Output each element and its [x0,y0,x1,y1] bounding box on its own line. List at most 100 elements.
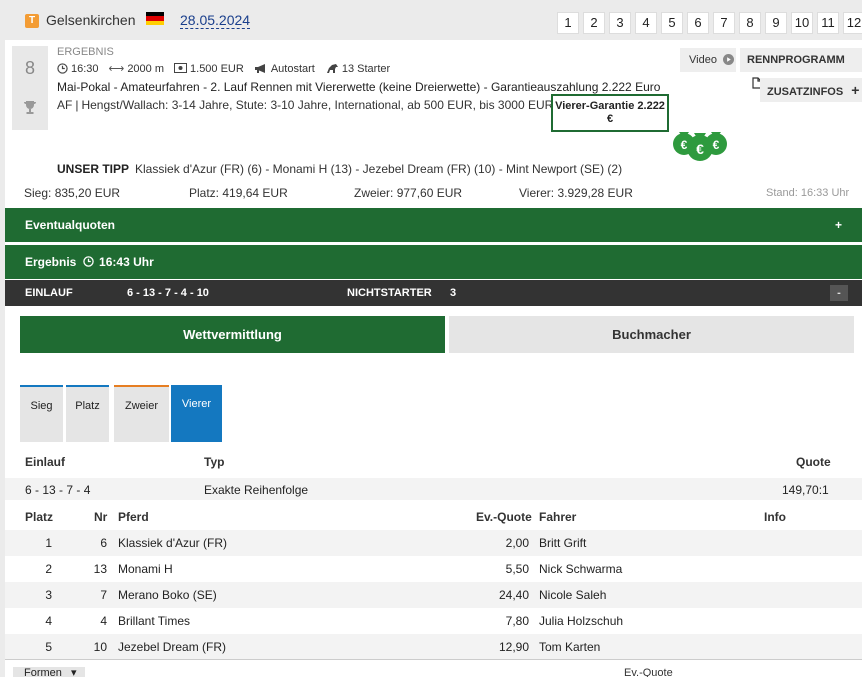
race-date[interactable]: 28.05.2024 [180,12,251,29]
race-nav-item[interactable]: 10 [791,12,813,34]
tab-wettvermittlung[interactable]: Wettvermittlung [20,316,445,353]
cell-evquote: 12,90 [498,640,529,654]
race-nav-item[interactable]: 4 [635,12,657,34]
race-nav-item[interactable]: 1 [557,12,579,34]
eventualquoten-header[interactable]: Eventualquoten + [5,208,862,242]
distance-icon: ⟷ [108,63,125,75]
play-icon [723,54,734,65]
cell-evquote: 7,80 [505,614,529,628]
race-nav-item[interactable]: 11 [817,12,839,34]
race-prize: 1.500 EUR [174,62,244,75]
divider [5,659,862,660]
cell-fahrer: Julia Holzschuh [539,614,624,628]
race-number: 8 [24,58,35,78]
race-number-box: 8 [12,46,48,130]
nichtstarter-label: NICHTSTARTER [347,287,432,299]
expand-icon: + [834,218,842,232]
cell-evquote: 2,00 [505,536,529,550]
cell-fahrer: Nicole Saleh [539,588,607,602]
platz-total: Platz: 419,64 EUR [189,186,288,200]
col-nr: Nr [94,510,108,524]
col-typ: Typ [204,455,225,469]
result-row: 6 - 13 - 7 - 4 Exakte Reihenfolge 149,70… [5,478,862,500]
video-button[interactable]: Video [680,48,736,72]
tipp-text: Klassiek d'Azur (FR) (6) - Monami H (13)… [135,162,623,176]
bet-tab-platz[interactable]: Platz [66,385,109,442]
rennprogramm-button[interactable]: RENNPROGRAMM [740,48,862,89]
pool-timestamp: Stand: 16:33 Uhr [766,187,850,199]
svg-text:€: € [681,138,688,152]
track-type-icon: T [25,14,39,28]
clock-icon [82,256,94,267]
nichtstarter-value: 3 [450,287,457,299]
trophy-icon [24,101,36,114]
table-row[interactable]: 4 4 Brillant Times 7,80 Julia Holzschuh [5,608,862,634]
zusatzinfos-button[interactable]: ZUSATZINFOS + [760,78,862,102]
race-nav-item[interactable]: 8 [739,12,761,34]
megaphone-icon [254,63,265,73]
bet-tab-zweier[interactable]: Zweier [114,385,169,442]
col-fahrer: Fahrer [539,510,577,524]
race-nav-item[interactable]: 12 [843,12,862,34]
unser-tipp: UNSER TIPP Klassiek d'Azur (FR) (6) - Mon… [57,162,622,176]
horse-icon [326,63,338,73]
col-einlauf: Einlauf [25,455,66,469]
zweier-total: Zweier: 977,60 EUR [354,186,463,200]
table-row[interactable]: 1 6 Klassiek d'Azur (FR) 2,00 Britt Grift [5,530,862,556]
cell-fahrer: Nick Schwarma [539,562,623,576]
cell-fahrer: Britt Grift [539,536,587,550]
chevron-down-icon: ▾ [70,667,77,677]
race-nav-item[interactable]: 5 [661,12,683,34]
ergebnis-header: Ergebnis 16:43 Uhr [5,245,862,279]
evquote-label: Ev.-Quote [624,667,673,677]
col-info: Info [764,510,786,524]
race-meta: 16:30 ⟷ 2000 m 1.500 EUR Autostart 13 Sta… [57,62,390,75]
vierer-total: Vierer: 3.929,28 EUR [519,186,633,200]
pool-totals: Sieg: 835,20 EUR Platz: 419,64 EUR Zweie… [5,186,862,204]
table-row[interactable]: 5 10 Jezebel Dream (FR) 12,90 Tom Karten [5,634,862,660]
bet-tab-sieg[interactable]: Sieg [20,385,63,442]
top-bar: T Gelsenkirchen 28.05.2024 1 2 3 4 5 6 7 8 9 10 11… [0,0,862,40]
result-quote: 149,70:1 [782,483,829,497]
clock-icon [57,62,68,74]
race-conditions: AF | Hengst/Wallach: 3-14 Jahre, Stute: 3-… [57,98,554,112]
race-card: 8 ERGEBNIS 16:30 ⟷ 2000 m 1.500 EUR Autos… [5,40,862,677]
cell-evquote: 24,40 [498,588,529,602]
col-quote: Quote [796,455,831,469]
race-start-type: Autostart [254,63,315,75]
result-einlauf: 6 - 13 - 7 - 4 [25,483,91,497]
vierer-guarantee-badge: Vierer-Garantie 2.222 € [551,94,669,132]
status-label: ERGEBNIS [57,46,114,58]
sieg-total: Sieg: 835,20 EUR [24,186,121,200]
col-platz: Platz [25,510,54,524]
race-nav-item[interactable]: 6 [687,12,709,34]
table-row[interactable]: 2 13 Monami H 5,50 Nick Schwarma [5,556,862,582]
race-time: 16:30 [57,63,99,75]
plus-icon: + [851,82,860,98]
germany-flag-icon [146,12,164,25]
table-row[interactable]: 3 7 Merano Boko (SE) 24,40 Nicole Saleh [5,582,862,608]
formen-dropdown[interactable]: Formen ▾ [13,667,85,677]
money-bags-icon: € € € [673,132,727,161]
svg-text:€: € [696,141,704,157]
cell-evquote: 5,50 [505,562,529,576]
collapse-button[interactable]: - [830,285,848,301]
einlauf-label: EINLAUF [25,287,73,299]
race-distance: ⟷ 2000 m [108,63,165,75]
einlauf-value: 6 - 13 - 7 - 4 - 10 [127,287,209,299]
race-nav-item[interactable]: 3 [609,12,631,34]
money-icon [174,62,188,73]
col-evquote: Ev.-Quote [476,510,532,524]
track-name: Gelsenkirchen [46,12,136,28]
result-typ: Exakte Reihenfolge [204,483,309,497]
einlauf-bar: EINLAUF 6 - 13 - 7 - 4 - 10 NICHTSTARTER… [5,280,862,306]
col-pferd: Pferd [118,510,149,524]
race-nav-item[interactable]: 7 [713,12,735,34]
bet-tab-vierer[interactable]: Vierer [171,385,222,442]
tab-buchmacher[interactable]: Buchmacher [449,316,854,353]
tipp-label: UNSER TIPP [57,162,130,176]
race-title: Mai-Pokal - Amateurfahren - 2. Lauf Renn… [57,80,661,94]
cell-fahrer: Tom Karten [539,640,601,654]
race-nav-item[interactable]: 9 [765,12,787,34]
race-nav-item[interactable]: 2 [583,12,605,34]
